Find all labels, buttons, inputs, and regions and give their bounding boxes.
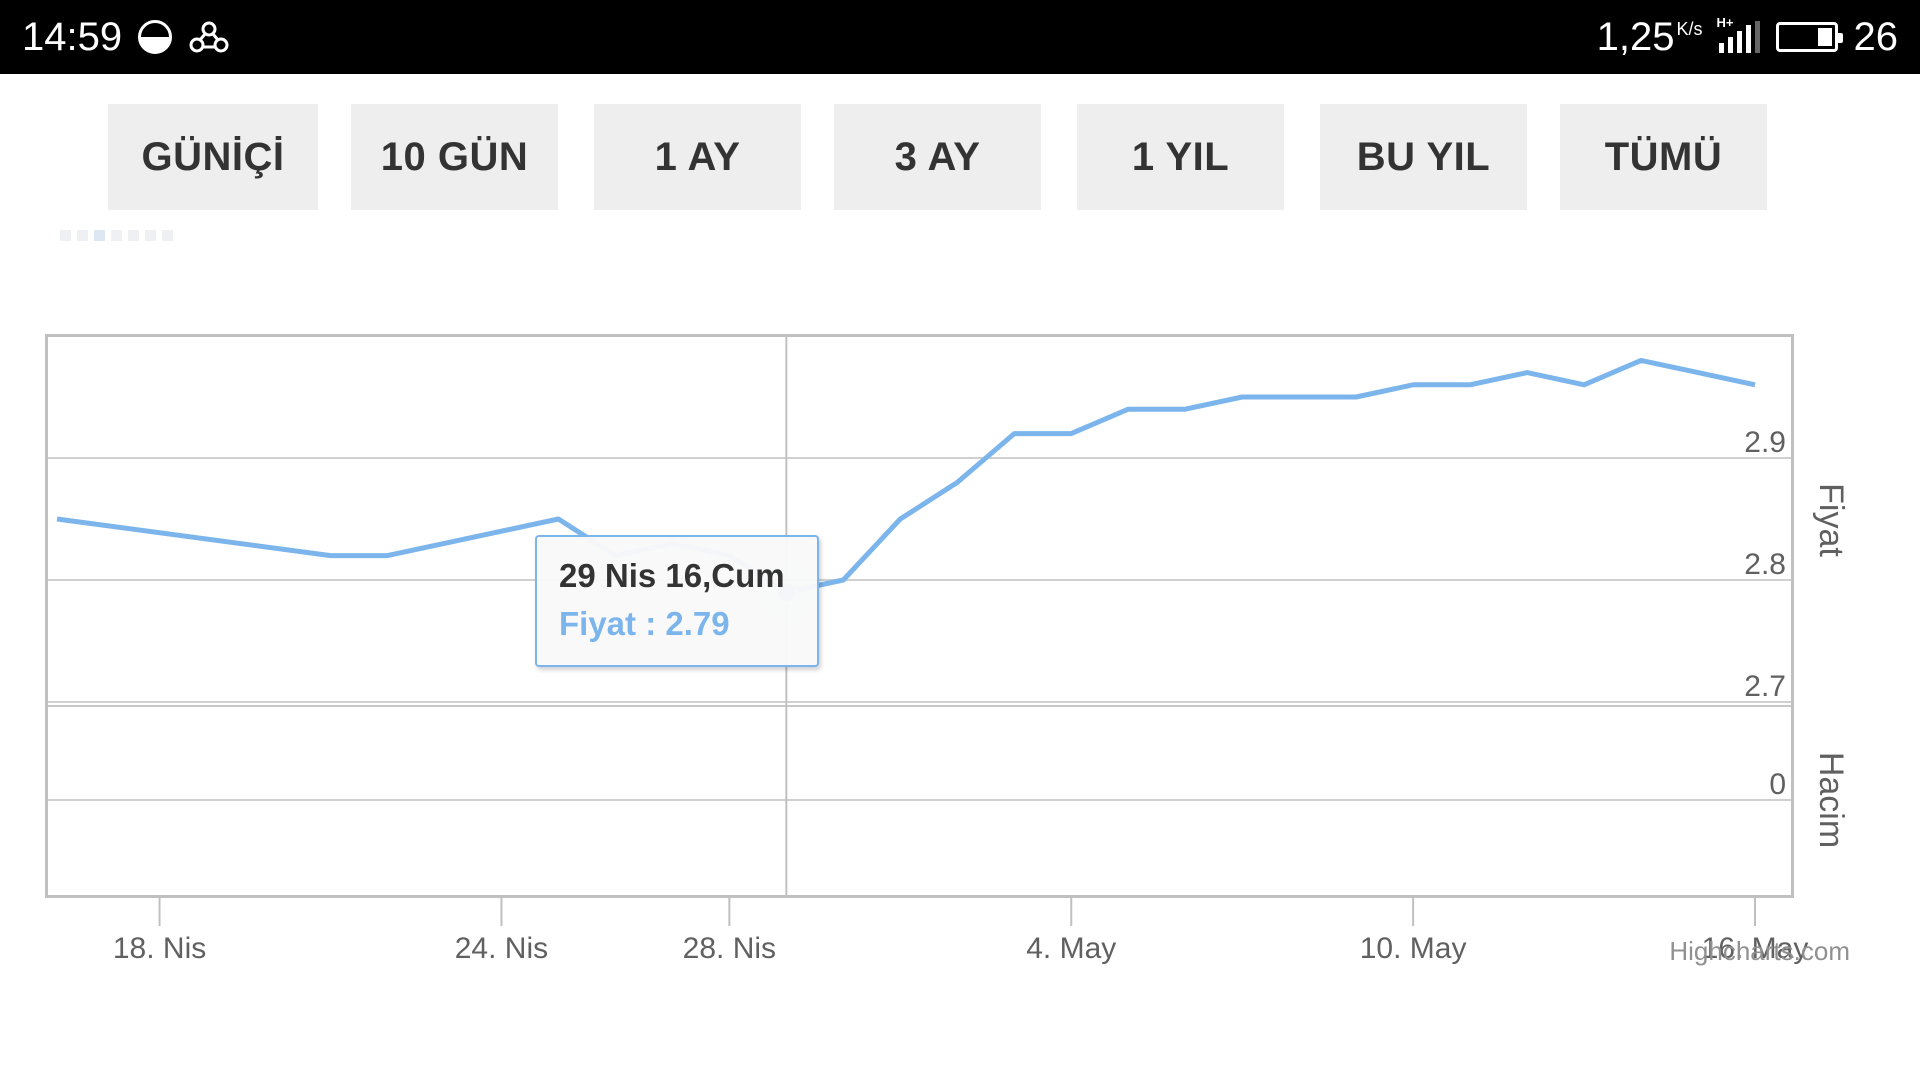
x-tick-label-1: 24. Nis: [455, 932, 548, 965]
plot-border: [45, 334, 1794, 898]
tooltip-date: 29 Nis 16,Cum: [559, 557, 785, 594]
price-tick-label-1: 2.8: [1744, 548, 1786, 581]
x-tick-label-2: 28. Nis: [683, 932, 776, 965]
price-tick-label-0: 2.7: [1744, 670, 1786, 703]
chart-tooltip: 29 Nis 16,Cum Fiyat : 2.79: [535, 535, 819, 667]
x-tick-label-0: 18. Nis: [113, 932, 206, 965]
price-axis-title: Fiyat: [1812, 483, 1850, 557]
highcharts-credit[interactable]: Highcharts.com: [1669, 936, 1850, 966]
price-chart[interactable]: 18. Nis 24. Nis 28. Nis 4. May 10. May 16. Ma…: [0, 0, 1920, 1080]
price-tick-label-2: 2.9: [1744, 426, 1786, 459]
price-series: [56, 357, 1756, 621]
series-line-Fiyat: [56, 357, 1756, 595]
tooltip-value: Fiyat : 2.79: [559, 605, 730, 642]
y-axis: 2.7 2.8 2.9 0: [1744, 426, 1786, 801]
x-axis: 18. Nis 24. Nis 28. Nis 4. May 10. May 16. Ma…: [113, 898, 1808, 965]
x-tick-label-4: 10. May: [1360, 932, 1467, 965]
x-tick-label-3: 4. May: [1026, 932, 1116, 965]
volume-tick-label-0: 0: [1769, 768, 1786, 801]
volume-axis-title: Hacim: [1812, 752, 1850, 848]
